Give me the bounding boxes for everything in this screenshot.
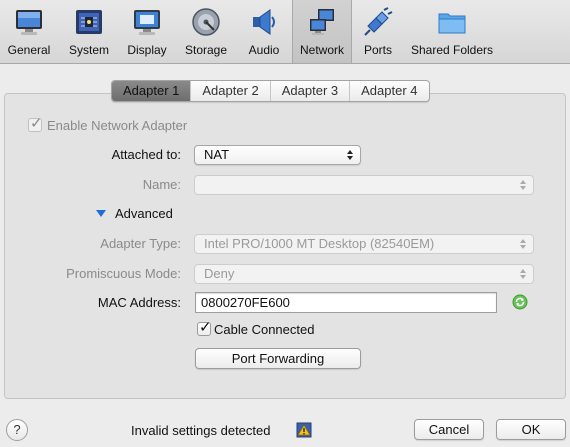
adapter-type-select[interactable]: Intel PRO/1000 MT Desktop (82540EM)	[194, 234, 534, 254]
updown-arrows-icon	[520, 269, 526, 279]
toolbar-item-display[interactable]: Display	[122, 0, 172, 63]
disclosure-triangle-icon[interactable]	[96, 209, 106, 218]
settings-toolbar: General System Display Storage Audio Net…	[0, 0, 570, 64]
toolbar-item-storage[interactable]: Storage	[180, 0, 232, 63]
tab-label: Adapter 4	[361, 83, 418, 98]
cable-connected-label: Cable Connected	[214, 322, 315, 337]
display-monitor-icon	[134, 10, 160, 35]
checkmark-icon: ✓	[199, 319, 212, 336]
mac-address-value: 0800270FE600	[201, 295, 290, 310]
mac-address-field[interactable]: 0800270FE600	[195, 292, 497, 313]
ok-label: OK	[521, 422, 541, 437]
toolbar-label: Ports	[363, 43, 392, 57]
cable-connected-checkbox[interactable]: ✓	[197, 319, 212, 336]
promiscuous-mode-label: Promiscuous Mode:	[66, 266, 181, 281]
toolbar-item-network[interactable]: Network	[292, 0, 352, 63]
enable-adapter-label: Enable Network Adapter	[47, 118, 188, 133]
toolbar-item-general[interactable]: General	[4, 0, 54, 63]
help-button[interactable]: ?	[6, 419, 28, 441]
general-icon	[16, 10, 42, 35]
refresh-mac-icon[interactable]	[512, 294, 528, 310]
toolbar-label: System	[68, 43, 109, 57]
toolbar-label: General	[7, 43, 51, 57]
enable-adapter-checkbox[interactable]: ✓	[28, 115, 43, 132]
toolbar-label: Storage	[184, 43, 228, 57]
port-forwarding-label: Port Forwarding	[231, 351, 325, 366]
attached-to-select[interactable]: NAT	[194, 145, 361, 165]
folder-icon	[438, 13, 466, 34]
updown-arrows-icon	[520, 239, 526, 249]
tab-label: Adapter 2	[202, 83, 259, 98]
tab-adapter-3[interactable]: Adapter 3	[269, 81, 349, 101]
adapter-type-label: Adapter Type:	[100, 236, 181, 251]
ports-plug-icon	[364, 7, 393, 36]
mac-address-label: MAC Address:	[97, 295, 181, 310]
toolbar-item-shared-folders[interactable]: Shared Folders	[406, 0, 498, 63]
updown-arrows-icon	[347, 150, 353, 160]
port-forwarding-button[interactable]: Port Forwarding	[195, 348, 361, 369]
toolbar-label: Shared Folders	[410, 43, 494, 57]
toolbar-label: Audio	[248, 43, 280, 57]
updown-arrows-icon	[520, 180, 526, 190]
checkmark-icon: ✓	[30, 115, 43, 132]
toolbar-label: Network	[299, 43, 344, 57]
cancel-label: Cancel	[428, 422, 470, 437]
toolbar-item-audio[interactable]: Audio	[242, 0, 286, 63]
promiscuous-mode-value: Deny	[204, 266, 235, 281]
status-text: Invalid settings detected	[131, 423, 271, 438]
help-label: ?	[13, 422, 21, 437]
cancel-button[interactable]: Cancel	[414, 419, 484, 440]
attached-to-value: NAT	[204, 147, 230, 162]
toolbar-label: Display	[127, 43, 167, 57]
promiscuous-mode-select[interactable]: Deny	[194, 264, 534, 284]
toolbar-item-system[interactable]: System	[64, 0, 114, 63]
tab-adapter-1[interactable]: Adapter 1	[112, 81, 191, 101]
warning-icon[interactable]	[296, 422, 312, 438]
toolbar-item-ports[interactable]: Ports	[358, 0, 398, 63]
audio-speaker-icon	[253, 9, 275, 35]
name-select[interactable]	[194, 175, 534, 195]
advanced-toggle-label[interactable]: Advanced	[115, 206, 173, 221]
tab-label: Adapter 1	[123, 83, 180, 98]
system-chip-icon	[76, 10, 102, 34]
tab-adapter-4[interactable]: Adapter 4	[349, 81, 428, 101]
storage-disk-icon	[192, 8, 220, 36]
tab-label: Adapter 3	[281, 83, 339, 98]
tab-adapter-2[interactable]: Adapter 2	[190, 81, 269, 101]
network-icon	[310, 9, 334, 35]
ok-button[interactable]: OK	[496, 419, 566, 440]
name-label: Name:	[142, 177, 181, 192]
adapter-type-value: Intel PRO/1000 MT Desktop (82540EM)	[204, 236, 435, 251]
adapter-tabs: Adapter 1 Adapter 2 Adapter 3 Adapter 4	[111, 80, 430, 102]
attached-to-label: Attached to:	[111, 147, 181, 162]
